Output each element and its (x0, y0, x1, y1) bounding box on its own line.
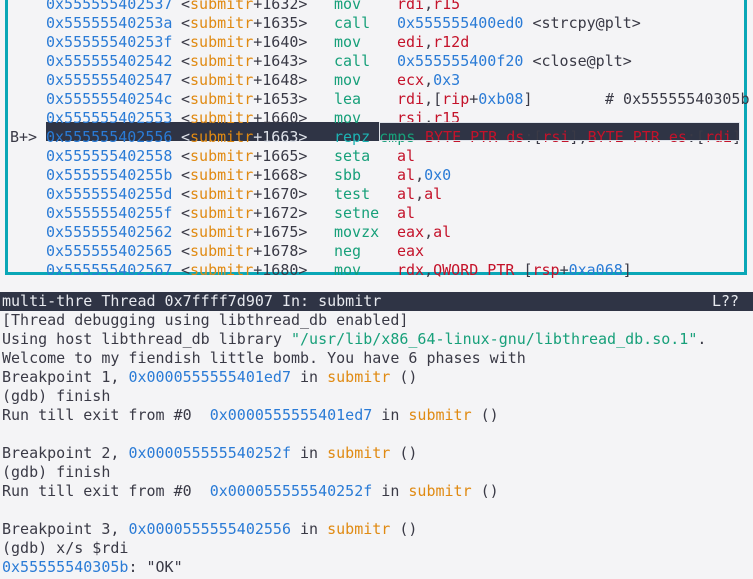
instruction-address: 0x555555402556 (46, 128, 173, 146)
instruction-address: 0x55555540255b (46, 166, 173, 184)
instruction-mnemonic: neg (334, 242, 362, 260)
current-operand-frame (379, 122, 740, 141)
instruction-operands: eax,al (397, 223, 452, 241)
console-line: Run till exit from #0 0x000055555540252f… (2, 482, 499, 500)
instruction-operands: rdi,[rip+0xb08] (397, 90, 533, 108)
instruction-operands: 0x555555400ed0 <strcpy@plt> (397, 14, 641, 32)
function-offset: <submitr+1635> (181, 14, 308, 32)
console-line: Breakpoint 1, 0x0000555555401ed7 in subm… (2, 368, 418, 386)
pane-border-right (744, 0, 747, 274)
function-offset: <submitr+1648> (181, 71, 308, 89)
instruction-address: 0x555555402553 (46, 109, 173, 127)
function-offset: <submitr+1678> (181, 242, 308, 260)
status-line-indicator: L?? (712, 292, 740, 310)
tui-status-bar: multi-thre Thread 0x7ffff7d907 In: submi… (0, 292, 753, 311)
disasm-line[interactable]: 0x555555402562 <submitr+1675> movzx eax,al (0, 223, 740, 242)
disasm-line[interactable]: 0x55555540254c <submitr+1653> lea rdi,[rip+… (0, 90, 750, 109)
console-line: Using host libthread_db library "/usr/li… (2, 330, 707, 348)
console-line: (gdb) finish (2, 463, 111, 481)
disasm-line[interactable]: 0x555555402565 <submitr+1678> neg eax (0, 242, 740, 261)
instruction-mnemonic: seta (334, 147, 371, 165)
instruction-operands: al,al (397, 185, 443, 203)
instruction-mnemonic: call (334, 52, 371, 70)
instruction-operands: rdx,QWORD PTR [rsp+0xa068] (397, 261, 632, 279)
console-line: [Thread debugging using libthread_db ena… (2, 311, 409, 329)
disasm-line[interactable]: 0x55555540255b <submitr+1668> sbb al,0x0 (0, 166, 740, 185)
function-offset: <submitr+1668> (181, 166, 308, 184)
function-offset: <submitr+1670> (181, 185, 308, 203)
instruction-address: 0x555555402542 (46, 52, 173, 70)
instruction-mnemonic: lea (334, 90, 362, 108)
disasm-line[interactable]: 0x555555402542 <submitr+1643> call 0x555555… (0, 52, 740, 71)
instruction-address: 0x555555402562 (46, 223, 173, 241)
instruction-mnemonic: movzx (334, 223, 380, 241)
disasm-line[interactable]: 0x55555540253f <submitr+1640> mov edi,r12d (0, 33, 740, 52)
function-offset: <submitr+1672> (181, 204, 308, 222)
instruction-address: 0x55555540255d (46, 185, 173, 203)
instruction-mnemonic: call (334, 14, 371, 32)
instruction-mnemonic: mov (334, 0, 362, 13)
status-thread-info: multi-thre Thread 0x7ffff7d907 In: submi… (2, 292, 382, 310)
function-offset: <submitr+1640> (181, 33, 308, 51)
function-offset: <submitr+1632> (181, 0, 308, 13)
instruction-address: 0x555555402565 (46, 242, 173, 260)
instruction-address: 0x555555402537 (46, 0, 173, 13)
function-offset: <submitr+1663> (181, 128, 308, 146)
instruction-operands: 0x555555400f20 <close@plt> (397, 52, 632, 70)
instruction-mnemonic: mov (334, 261, 362, 279)
instruction-mnemonic: mov (334, 33, 362, 51)
instruction-operands: rdi,r15 (397, 0, 461, 13)
console-line: Welcome to my fiendish little bomb. You … (2, 349, 526, 367)
disasm-line[interactable]: 0x555555402567 <submitr+1680> mov rdx,QWORD… (0, 261, 740, 280)
instruction-mnemonic: test (334, 185, 371, 203)
console-line: Breakpoint 3, 0x0000555555402556 in subm… (2, 520, 418, 538)
instruction-operands: al (397, 147, 416, 165)
instruction-operands: eax (397, 242, 425, 260)
console-line: (gdb) finish (2, 387, 111, 405)
instruction-address: 0x555555402558 (46, 147, 173, 165)
instruction-mnemonic: setne (334, 204, 380, 222)
disasm-line[interactable]: 0x55555540255f <submitr+1672> setne al (0, 204, 740, 223)
instruction-address: 0x55555540253a (46, 14, 173, 32)
console-line: Run till exit from #0 0x0000555555401ed7… (2, 406, 499, 424)
breakpoint-marker: B+> (10, 128, 38, 146)
disasm-line[interactable]: 0x555555402547 <submitr+1648> mov ecx,0x3 (0, 71, 740, 90)
console-line: 0x55555540305b: "OK" (2, 558, 183, 576)
instruction-address: 0x555555402547 (46, 71, 173, 89)
disasm-line[interactable]: 0x55555540253a <submitr+1635> call 0x555555… (0, 14, 740, 33)
instruction-mnemonic: sbb (334, 166, 362, 184)
gdb-console[interactable]: [Thread debugging using libthread_db ena… (0, 311, 753, 579)
instruction-operands: al,0x0 (397, 166, 452, 184)
function-offset: <submitr+1653> (181, 90, 308, 108)
function-offset: <submitr+1660> (181, 109, 308, 127)
function-offset: <submitr+1643> (181, 52, 308, 70)
instruction-address: 0x55555540254c (46, 90, 173, 108)
instruction-address: 0x55555540253f (46, 33, 173, 51)
instruction-operands: edi,r12d (397, 33, 470, 51)
disassembly-pane[interactable]: 0x555555402537 <submitr+1632> mov rdi,r15 0x… (0, 0, 753, 282)
disasm-line[interactable]: 0x555555402558 <submitr+1665> seta al (0, 147, 740, 166)
instruction-address: 0x55555540255f (46, 204, 173, 222)
instruction-address: 0x555555402567 (46, 261, 173, 279)
instruction-mnemonic: mov (334, 109, 362, 127)
disasm-line[interactable]: 0x555555402537 <submitr+1632> mov rdi,r15 (0, 0, 740, 14)
instruction-mnemonic: mov (334, 71, 362, 89)
instruction-operands: ecx,0x3 (397, 71, 461, 89)
function-offset: <submitr+1665> (181, 147, 308, 165)
instruction-comment: # 0x55555540305b (605, 90, 750, 108)
function-offset: <submitr+1675> (181, 223, 308, 241)
function-offset: <submitr+1680> (181, 261, 308, 279)
console-line: (gdb) x/s $rdi (2, 539, 129, 557)
disasm-line[interactable]: 0x55555540255d <submitr+1670> test al,al (0, 185, 740, 204)
instruction-operands: al (397, 204, 416, 222)
console-line: Breakpoint 2, 0x000055555540252f in subm… (2, 444, 418, 462)
